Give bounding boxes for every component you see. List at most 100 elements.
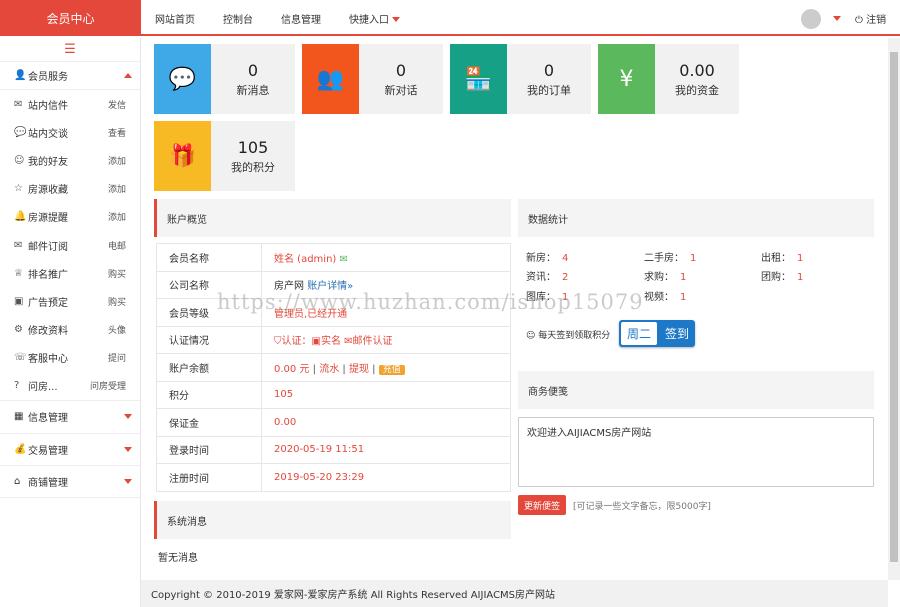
stat-messages[interactable]: 💬 0 新消息 <box>154 44 295 114</box>
sidebar-item-action[interactable]: 添加 <box>108 210 126 223</box>
grid-icon: ▦ <box>14 411 24 423</box>
list-icon[interactable]: ☰ <box>0 38 140 62</box>
stat-item-label: 新房： <box>526 253 556 264</box>
trophy-icon: ♕ <box>14 267 23 279</box>
stat-points[interactable]: 🎁 105 我的积分 <box>154 121 295 191</box>
people-icon: 👥 <box>302 44 359 114</box>
stat-item-value: 4 <box>562 253 569 264</box>
sidebar-item-action[interactable]: 查看 <box>108 126 126 139</box>
sidebar-group-shop[interactable]: ⌂ 商铺管理 <box>0 465 140 498</box>
checkin-button[interactable]: 周二 签到 <box>619 320 695 347</box>
deposit-value: 0.00 <box>261 408 511 437</box>
table-row: 登录时间 2020-05-19 11:51 <box>156 435 511 464</box>
ad-icon: ▣ <box>14 295 24 307</box>
sidebar-item-label: 我的好友 <box>28 156 68 168</box>
stat-funds[interactable]: ¥ 0.00 我的资金 <box>598 44 739 114</box>
sidebar-item-action[interactable]: 头像 <box>108 323 126 336</box>
sidebar-item-action[interactable]: 添加 <box>108 182 126 195</box>
stat-orders[interactable]: 🏪 0 我的订单 <box>450 44 591 114</box>
stat-new-house[interactable]: 新房： 4 <box>526 249 568 264</box>
withdraw-link[interactable]: 提现 <box>349 364 369 375</box>
sidebar-item-label: 站内交谈 <box>28 128 68 140</box>
brand-title[interactable]: 会员中心 <box>0 0 141 36</box>
update-note-button[interactable]: 更新便签 <box>518 495 566 515</box>
stat-item-label: 二手房： <box>644 253 684 264</box>
row-key: 会员名称 <box>156 243 262 272</box>
envelope-icon: ✉ <box>14 239 23 251</box>
question-icon: ? <box>14 380 20 392</box>
stat-label: 我的积分 <box>231 160 275 174</box>
stat-item-value: 1 <box>680 272 687 283</box>
auth-email[interactable]: 邮件认证 <box>353 336 393 347</box>
chevron-down-icon <box>124 446 132 452</box>
member-name: 姓名 (admin) <box>274 253 337 265</box>
stat-rent[interactable]: 出租： 1 <box>761 249 803 264</box>
logout-label: 注销 <box>866 15 887 26</box>
sidebar-item-label: 修改资料 <box>28 326 68 338</box>
sidebar-group-member[interactable]: 👤 会员服务 <box>0 62 140 90</box>
stat-item-value: 1 <box>797 272 804 283</box>
sidebar-item-friends[interactable]: ☺ 我的好友 添加 <box>0 146 140 174</box>
sidebar-group-trade[interactable]: 💰 交易管理 <box>0 432 140 466</box>
sidebar-item-favorites[interactable]: ☆ 房源收藏 添加 <box>0 175 140 203</box>
row-key: 账户余额 <box>156 353 262 382</box>
logout-button[interactable]: ⏻ 注销 <box>855 11 886 26</box>
stat-want-buy[interactable]: 求购： 1 <box>644 268 686 283</box>
checkin-hint: ☺ 每天签到领取积分 <box>526 328 610 341</box>
sidebar-item-alerts[interactable]: 🔔 房源提醒 添加 <box>0 203 140 231</box>
top-bar: 会员中心 网站首页 控制台 信息管理 快捷入口 ⏻ 注销 <box>0 0 900 36</box>
stat-item-label: 资讯： <box>526 272 556 283</box>
stat-item-value: 2 <box>562 272 569 283</box>
avatar[interactable] <box>801 9 821 29</box>
sidebar-item-inquiry[interactable]: ? 问房... 问房受理 <box>0 372 140 400</box>
sidebar-item-profile[interactable]: ⚙ 修改资料 头像 <box>0 316 140 344</box>
recharge-button[interactable]: 充值 <box>378 364 405 375</box>
scrollbar-thumb[interactable] <box>890 52 898 562</box>
notes-textarea[interactable]: 欢迎进入AIJIACMS房产网站 <box>518 417 874 487</box>
home-icon: ⌂ <box>14 475 21 487</box>
sidebar-item-action[interactable]: 发信 <box>108 98 126 111</box>
row-key: 保证金 <box>156 408 262 437</box>
nav-info-manage[interactable]: 信息管理 <box>267 11 335 26</box>
nav-shortcuts[interactable]: 快捷入口 <box>335 11 414 26</box>
chevron-down-icon[interactable] <box>833 16 841 21</box>
stat-video[interactable]: 视频： 1 <box>644 288 686 303</box>
sidebar-item-subscribe[interactable]: ✉ 邮件订阅 电邮 <box>0 231 140 259</box>
scrollbar[interactable] <box>888 38 900 580</box>
sidebar-item-label: 问房... <box>28 382 58 394</box>
stat-label: 新对话 <box>384 83 418 97</box>
sidebar-item-action[interactable]: 电邮 <box>108 239 126 252</box>
stat-second-hand[interactable]: 二手房： 1 <box>644 249 696 264</box>
money-bag-icon: ¥ <box>598 44 655 114</box>
sidebar-item-ads[interactable]: ▣ 广告预定 购买 <box>0 287 140 315</box>
chat-icon: 💬 <box>14 126 27 138</box>
sidebar-item-support[interactable]: ☏ 客服中心 提问 <box>0 344 140 372</box>
stat-label: 我的订单 <box>527 83 571 97</box>
sidebar-item-action[interactable]: 添加 <box>108 154 126 167</box>
flow-link[interactable]: 流水 <box>319 364 339 375</box>
stat-conversations[interactable]: 👥 0 新对话 <box>302 44 443 114</box>
table-row: 账户余额 0.00 元 | 流水 | 提现 | 充值 <box>156 353 511 382</box>
auth-realname[interactable]: 实名 <box>321 336 341 347</box>
system-messages-empty: 暂无消息 <box>158 553 198 564</box>
chat-bubble-icon: 💬 <box>154 44 211 114</box>
checkin-label: 签到 <box>664 327 689 341</box>
sidebar-item-action[interactable]: 问房受理 <box>90 379 126 392</box>
chevron-up-icon <box>124 73 132 78</box>
nav-dashboard[interactable]: 控制台 <box>209 11 267 26</box>
sidebar-item-chat[interactable]: 💬 站内交谈 查看 <box>0 118 140 146</box>
stat-value: 0.00 <box>679 60 715 80</box>
sidebar-item-mail[interactable]: ✉ 站内信件 发信 <box>0 90 140 118</box>
sidebar-item-action[interactable]: 购买 <box>108 267 126 280</box>
gift-icon: 🎁 <box>154 121 211 191</box>
stat-value: 0 <box>395 60 407 80</box>
sidebar-item-action[interactable]: 提问 <box>108 351 126 364</box>
sidebar-group-info[interactable]: ▦ 信息管理 <box>0 400 140 433</box>
shield-icon: ⛉ <box>274 336 282 348</box>
nav-home[interactable]: 网站首页 <box>141 11 209 26</box>
sidebar-item-promote[interactable]: ♕ 排名推广 购买 <box>0 259 140 287</box>
stat-news[interactable]: 资讯： 2 <box>526 268 568 283</box>
row-value: 姓名 (admin) ✉ <box>261 243 511 272</box>
sidebar-item-action[interactable]: 购买 <box>108 295 126 308</box>
stat-group-buy[interactable]: 团购： 1 <box>761 268 803 283</box>
